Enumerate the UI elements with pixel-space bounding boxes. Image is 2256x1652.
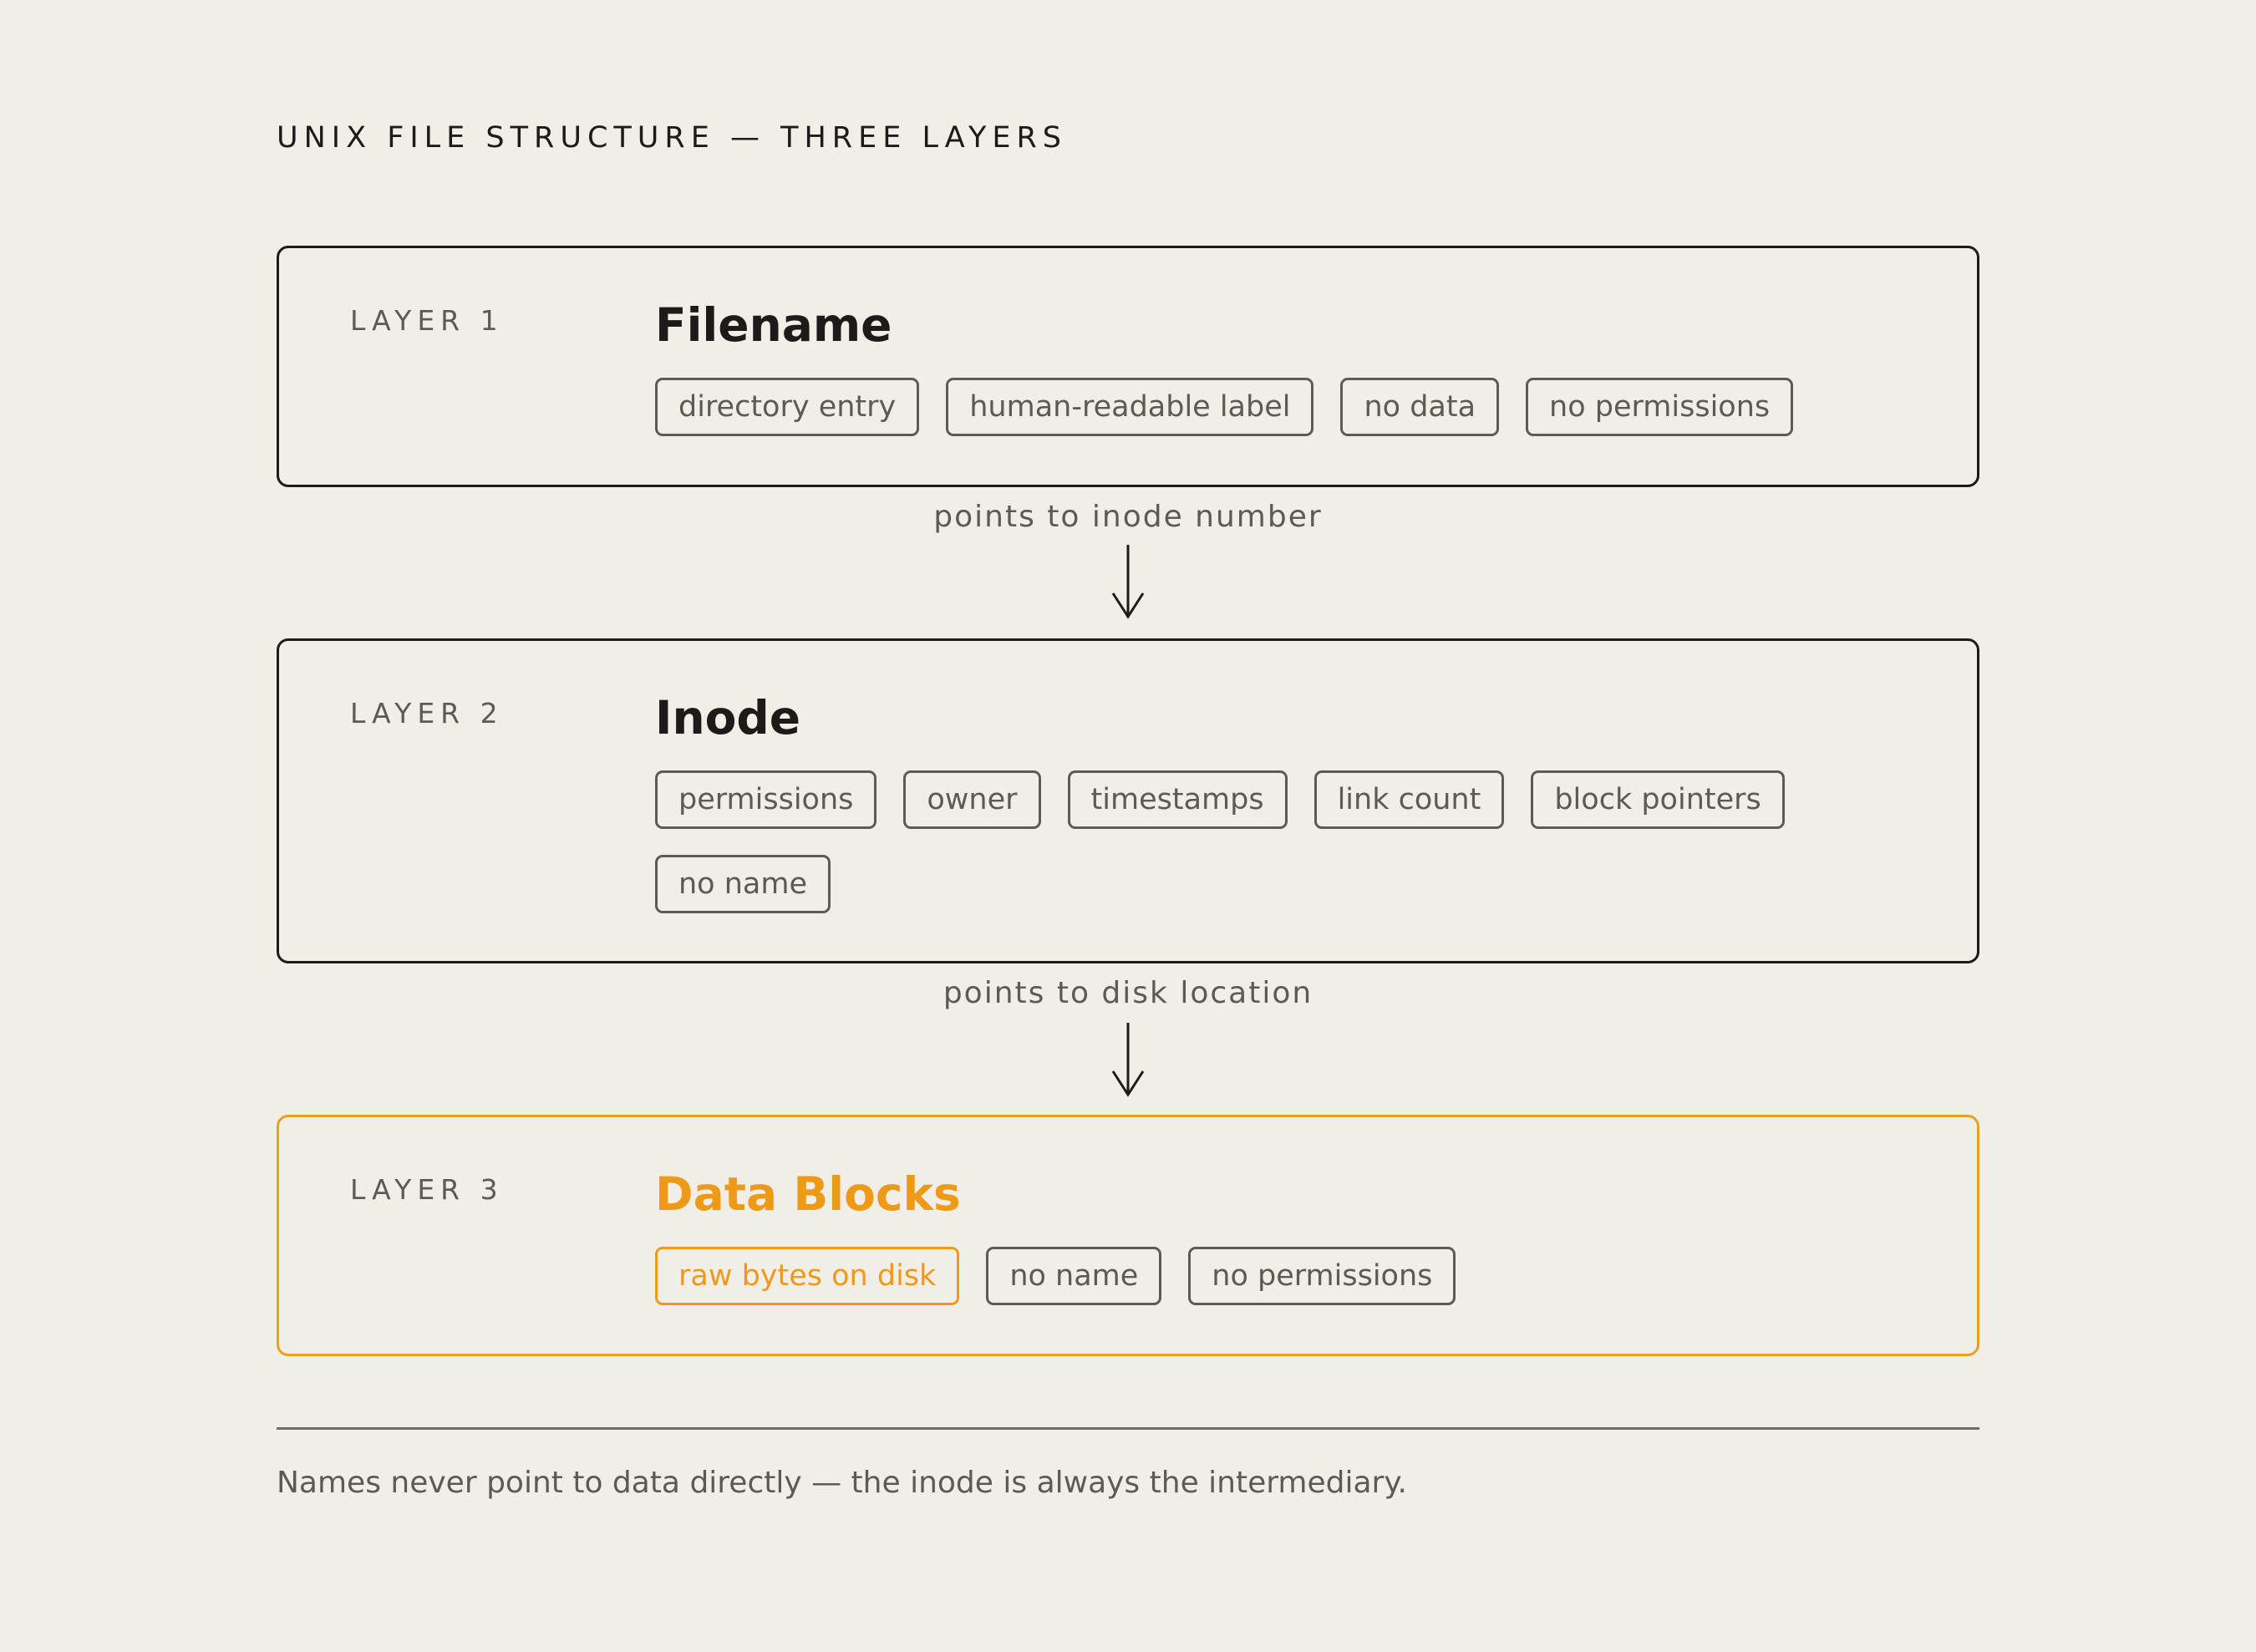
tag-block-pointers: block pointers bbox=[1531, 770, 1785, 829]
layer-2-title: Inode bbox=[655, 691, 801, 745]
footnote: Names never point to data directly — the… bbox=[277, 1466, 1407, 1500]
layer-1-label: LAYER 1 bbox=[350, 304, 504, 337]
tag-raw-bytes-on-disk: raw bytes on disk bbox=[655, 1247, 960, 1305]
layer-2-tags: permissions owner timestamps link count … bbox=[655, 770, 1892, 913]
layer-2-label: LAYER 2 bbox=[350, 697, 504, 729]
layer-2-inode-box: LAYER 2 Inode permissions owner timestam… bbox=[277, 638, 1979, 963]
tag-no-name: no name bbox=[986, 1247, 1162, 1305]
layer-1-filename-box: LAYER 1 Filename directory entry human-r… bbox=[277, 246, 1979, 487]
tag-human-readable-label: human-readable label bbox=[946, 378, 1314, 436]
layer-3-label: LAYER 3 bbox=[350, 1173, 504, 1206]
tag-permissions: permissions bbox=[655, 770, 877, 829]
tag-no-permissions: no permissions bbox=[1188, 1247, 1456, 1305]
footer-divider bbox=[277, 1427, 1979, 1430]
layer-1-title: Filename bbox=[655, 298, 892, 352]
connector-2-label: points to disk location bbox=[943, 976, 1313, 1010]
diagram-title: UNIX FILE STRUCTURE — THREE LAYERS bbox=[277, 121, 1067, 155]
tag-no-data: no data bbox=[1340, 378, 1500, 436]
layer-1-tags: directory entry human-readable label no … bbox=[655, 378, 1892, 436]
down-arrow-icon bbox=[1111, 1023, 1145, 1097]
down-arrow-icon bbox=[1111, 545, 1145, 619]
connector-1-label: points to inode number bbox=[933, 500, 1323, 534]
tag-no-name: no name bbox=[655, 855, 831, 913]
layer-3-tags: raw bytes on disk no name no permissions bbox=[655, 1247, 1892, 1305]
layer-3-title: Data Blocks bbox=[655, 1167, 961, 1221]
layer-3-data-blocks-box: LAYER 3 Data Blocks raw bytes on disk no… bbox=[277, 1115, 1979, 1356]
tag-timestamps: timestamps bbox=[1067, 770, 1288, 829]
tag-owner: owner bbox=[903, 770, 1041, 829]
tag-no-permissions: no permissions bbox=[1526, 378, 1794, 436]
tag-directory-entry: directory entry bbox=[655, 378, 920, 436]
tag-link-count: link count bbox=[1313, 770, 1505, 829]
